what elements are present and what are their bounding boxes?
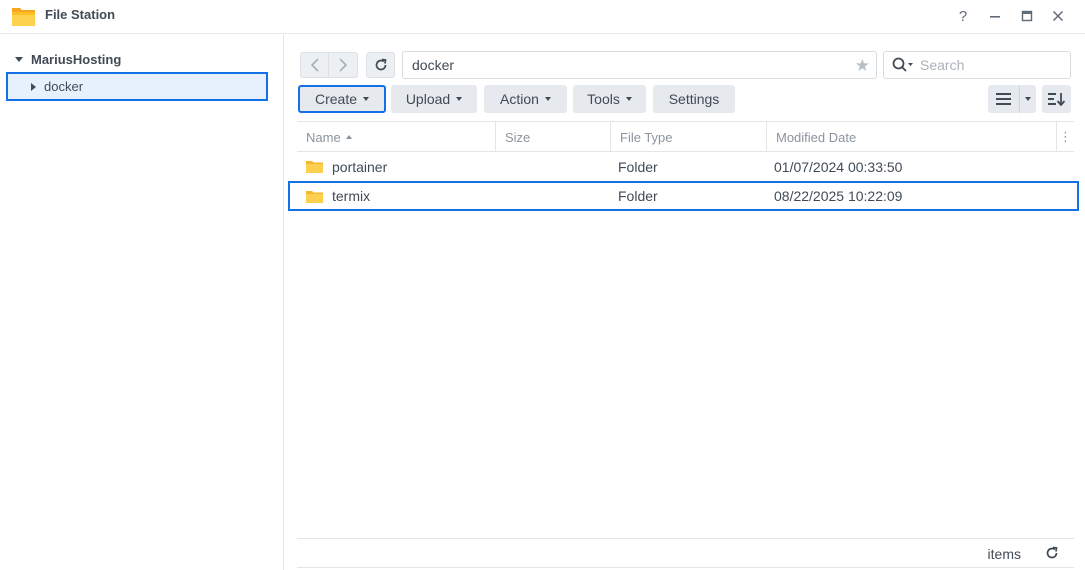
- current-path: docker: [412, 57, 455, 73]
- collapse-caret-icon[interactable]: [31, 82, 36, 91]
- modified-cell: 01/07/2024 00:33:50: [774, 158, 903, 175]
- create-button[interactable]: Create: [298, 85, 386, 113]
- type-cell: Folder: [618, 188, 658, 204]
- refresh-icon: [375, 58, 386, 71]
- dropdown-caret-icon: [1025, 97, 1031, 101]
- close-icon: [1052, 10, 1064, 22]
- upload-button[interactable]: Upload: [391, 85, 477, 113]
- folder-icon: [306, 161, 323, 173]
- chevron-right-icon: [339, 58, 348, 72]
- tree-item-label: docker: [44, 79, 84, 94]
- file-name: portainer: [332, 158, 388, 175]
- status-bar: items: [297, 538, 1074, 568]
- upload-label: Upload: [405, 91, 451, 107]
- back-button[interactable]: [300, 52, 329, 78]
- maximize-button[interactable]: [1017, 6, 1037, 26]
- name-cell: portainer: [306, 152, 387, 181]
- refresh-icon: [1046, 546, 1058, 559]
- settings-button[interactable]: Settings: [653, 85, 735, 113]
- file-name: termix: [332, 188, 371, 204]
- folder-icon: [306, 190, 323, 203]
- help-icon: ?: [958, 7, 968, 25]
- close-button[interactable]: [1048, 6, 1068, 26]
- modified-cell: 08/22/2025 10:22:09: [774, 188, 903, 204]
- column-header-modified[interactable]: Modified Date: [767, 122, 1057, 152]
- column-modified-label: Modified Date: [776, 129, 857, 145]
- column-size-label: Size: [505, 129, 531, 145]
- file-list: Name Size File Type Modified Date ⋮ port…: [288, 121, 1079, 568]
- action-button[interactable]: Action: [484, 85, 567, 113]
- file-station-icon: [12, 8, 35, 26]
- view-dropdown-button[interactable]: [1020, 85, 1036, 113]
- star-icon[interactable]: ★: [855, 56, 870, 76]
- forward-button[interactable]: [329, 52, 358, 78]
- path-bar[interactable]: docker ★: [402, 51, 877, 79]
- search-icon[interactable]: [892, 57, 914, 73]
- column-header-size[interactable]: Size: [496, 122, 611, 152]
- minimize-icon: [990, 16, 1000, 18]
- window-title: File Station: [45, 7, 116, 22]
- list-view-icon: [996, 93, 1011, 105]
- column-header-type[interactable]: File Type: [611, 122, 767, 152]
- tree-root-mariushosting[interactable]: MariusHosting: [13, 50, 121, 68]
- tools-label: Tools: [587, 91, 620, 107]
- name-cell: termix: [306, 183, 370, 209]
- column-type-label: File Type: [620, 129, 673, 145]
- column-name-label: Name: [306, 129, 341, 145]
- footer-refresh-button[interactable]: [1043, 544, 1061, 562]
- file-list-header: Name Size File Type Modified Date ⋮: [297, 122, 1074, 152]
- tools-button[interactable]: Tools: [573, 85, 646, 113]
- settings-label: Settings: [668, 91, 720, 107]
- tree-root-label: MariusHosting: [31, 51, 122, 67]
- expand-caret-icon[interactable]: [15, 56, 23, 62]
- sort-ascending-icon: [345, 135, 352, 139]
- help-button[interactable]: ?: [953, 6, 973, 26]
- column-header-name[interactable]: Name: [297, 122, 496, 152]
- table-row[interactable]: portainer Folder 01/07/2024 00:33:50: [297, 152, 1074, 181]
- create-label: Create: [314, 91, 358, 107]
- column-menu-icon[interactable]: ⋮: [1057, 122, 1074, 152]
- search-box[interactable]: [883, 51, 1071, 79]
- sort-button[interactable]: [1042, 85, 1071, 113]
- dropdown-caret-icon: [625, 97, 632, 101]
- folder-tree: MariusHosting docker: [0, 35, 284, 570]
- chevron-left-icon: [310, 58, 319, 72]
- action-label: Action: [500, 91, 539, 107]
- dropdown-caret-icon: [456, 97, 463, 101]
- list-view-button[interactable]: [988, 85, 1020, 113]
- refresh-button[interactable]: [366, 52, 395, 78]
- dropdown-caret-icon: [544, 97, 551, 101]
- title-bar: File Station ?: [0, 0, 1085, 34]
- maximize-icon: [1021, 10, 1033, 22]
- search-input[interactable]: [920, 57, 1060, 73]
- minimize-button[interactable]: [985, 6, 1005, 26]
- tree-item-docker[interactable]: docker: [6, 72, 268, 101]
- table-row[interactable]: termix Folder 08/22/2025 10:22:09: [288, 181, 1079, 211]
- type-cell: Folder: [618, 158, 658, 175]
- items-count-label: items: [987, 546, 1021, 562]
- view-mode-group: [988, 85, 1036, 113]
- dropdown-caret-icon: [363, 97, 370, 101]
- sort-icon: [1047, 93, 1065, 106]
